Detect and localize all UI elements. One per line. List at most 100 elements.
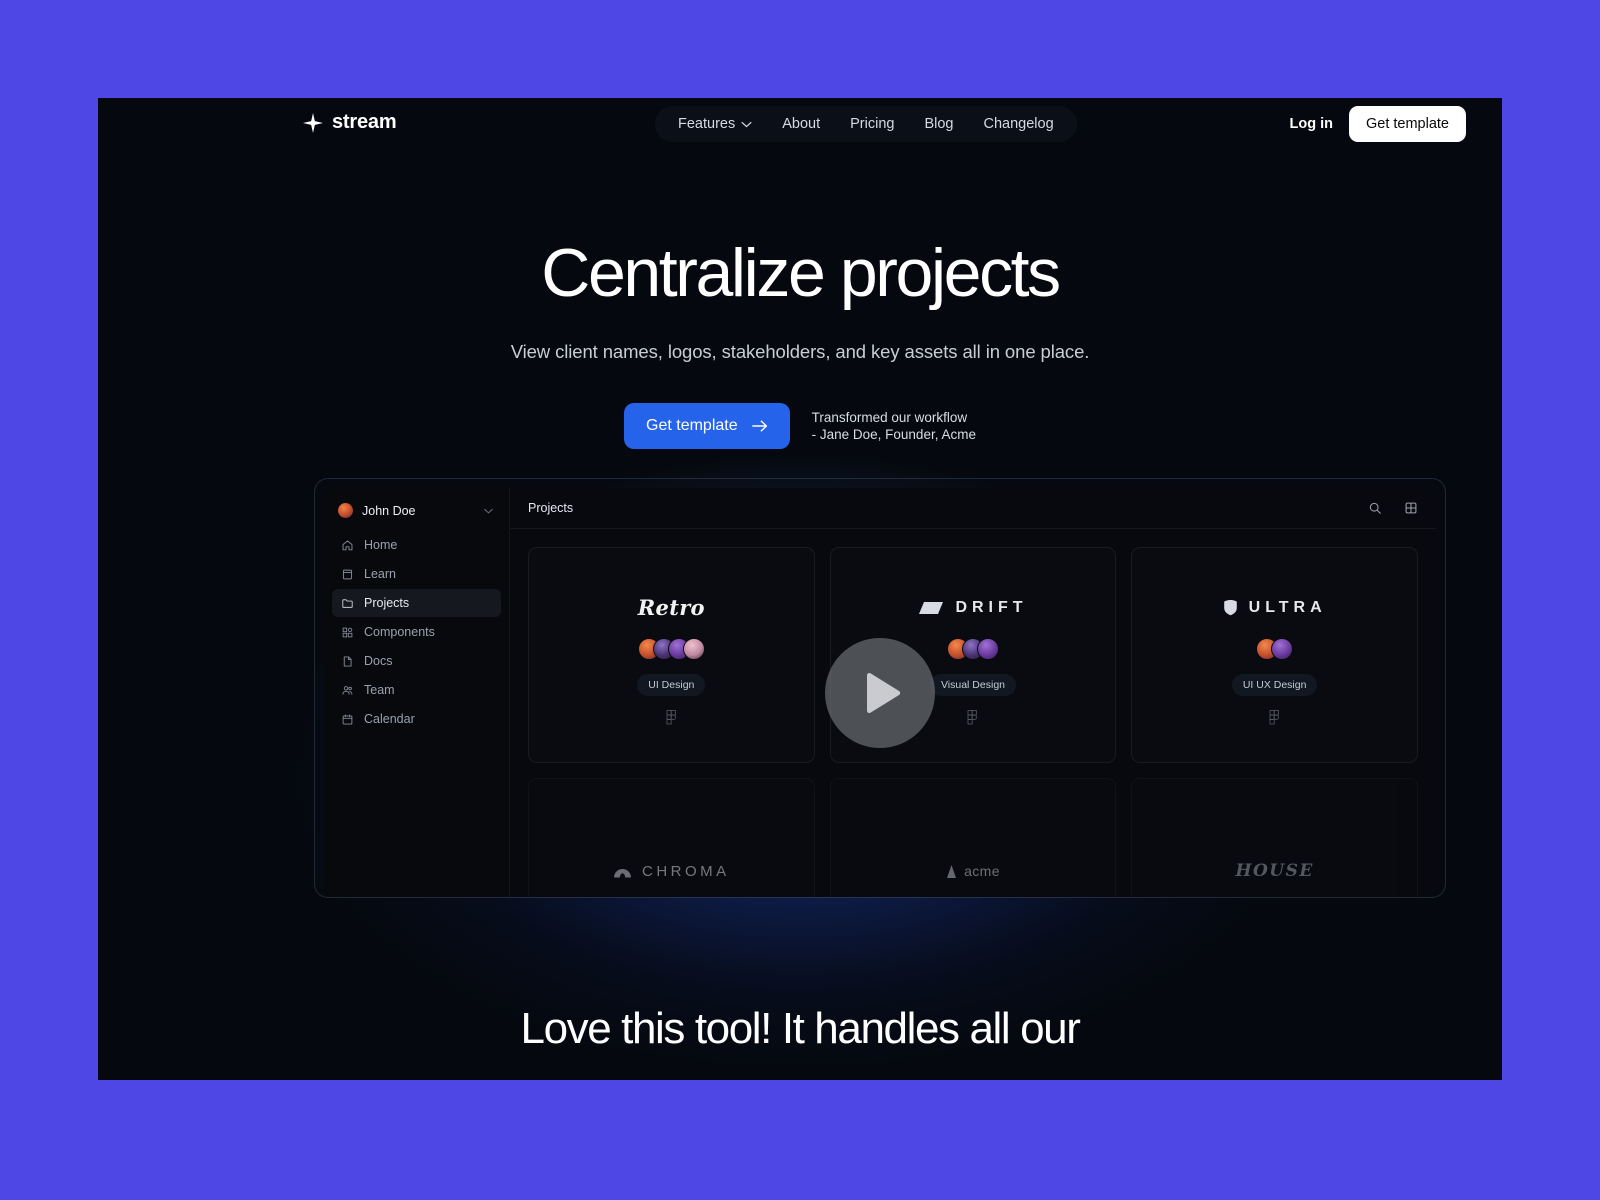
nav-item-blog[interactable]: Blog — [910, 109, 967, 139]
sidebar-item-components[interactable]: Components — [332, 618, 501, 646]
logo-text: CHROMA — [613, 863, 730, 880]
logo-text: ULTRA — [1223, 599, 1327, 617]
brand-logo[interactable]: stream — [303, 111, 397, 134]
tool-icon-wrap — [1269, 709, 1280, 725]
hero-testimonial: Transformed our workflow - Jane Doe, Fou… — [812, 409, 976, 444]
client-logo: acme — [946, 849, 1000, 893]
client-logo: CHROMA — [613, 849, 730, 893]
nav-item-pricing[interactable]: Pricing — [836, 109, 908, 139]
nav-label: Features — [678, 116, 736, 132]
landing-page: stream Features About Pricing Blog Chang… — [98, 98, 1502, 1080]
arrow-right-icon — [751, 420, 767, 432]
book-icon — [342, 569, 353, 579]
get-template-button-header[interactable]: Get template — [1348, 106, 1466, 142]
project-card[interactable]: acme — [829, 778, 1117, 897]
avatar — [682, 637, 705, 660]
bottom-testimonial: Love this tool! It handles all our — [520, 1004, 1081, 1053]
sidebar-item-label: Learn — [364, 567, 396, 581]
logo-text: DRIFT — [918, 599, 1027, 617]
search-icon[interactable] — [1368, 501, 1382, 515]
hero-cta-row: Get template Transformed our workflow - … — [98, 403, 1502, 450]
calendar-icon — [342, 714, 353, 724]
client-logo: ULTRA — [1223, 586, 1327, 630]
avatar-stack — [637, 637, 705, 660]
avatar-stack — [946, 637, 999, 660]
sidebar-item-home[interactable]: Home — [332, 531, 501, 559]
logo-label: CHROMA — [641, 862, 730, 880]
project-card[interactable]: HOUSE — [1131, 778, 1418, 897]
main-nav: Features About Pricing Blog Changelog — [655, 106, 1077, 142]
logo-text: Retro — [637, 595, 705, 620]
avatar-stack — [1256, 637, 1294, 660]
sidebar-item-label: Docs — [364, 654, 393, 668]
tool-icon-wrap — [967, 709, 978, 725]
sidebar-item-team[interactable]: Team — [332, 676, 501, 704]
brand-name: stream — [332, 111, 397, 133]
home-icon — [342, 539, 353, 550]
cta-label: Get template — [646, 417, 738, 435]
project-card[interactable]: ULTRA UI UX Design — [1131, 547, 1418, 763]
app-mockup: John Doe Home Learn Projects Components … — [324, 488, 1436, 897]
project-card[interactable]: Retro UI Design — [528, 547, 815, 763]
sidebar-item-label: Team — [364, 683, 395, 697]
avatar — [338, 503, 353, 518]
testimonial-author: - Jane Doe, Founder, Acme — [811, 427, 976, 443]
sidebar-item-label: Components — [364, 625, 435, 639]
chevron-down-icon — [741, 121, 752, 127]
grid-view-icon[interactable] — [1404, 501, 1418, 515]
figma-icon — [968, 709, 978, 724]
sidebar-item-calendar[interactable]: Calendar — [332, 705, 501, 733]
user-switcher[interactable]: John Doe — [332, 497, 501, 524]
logo-text: HOUSE — [1235, 861, 1314, 881]
sidebar-item-label: Projects — [364, 596, 410, 610]
app-mockup-frame: John Doe Home Learn Projects Components … — [314, 478, 1446, 898]
project-tag: UI UX Design — [1231, 673, 1318, 696]
sidebar-item-docs[interactable]: Docs — [332, 647, 501, 675]
logo-label: DRIFT — [955, 598, 1028, 616]
sidebar-item-label: Home — [364, 538, 398, 552]
get-template-button-hero[interactable]: Get template — [624, 403, 790, 450]
login-link[interactable]: Log in — [1289, 116, 1333, 132]
project-grid: Retro UI Design DRIFT Visual Design ULTR… — [510, 529, 1436, 897]
play-button[interactable] — [825, 637, 935, 748]
client-logo: Retro — [638, 586, 705, 630]
logo-label: ULTRA — [1248, 598, 1327, 616]
folder-icon — [342, 598, 353, 608]
site-header: stream Features About Pricing Blog Chang… — [98, 98, 1502, 158]
figma-icon — [666, 709, 676, 724]
triangle-icon — [947, 864, 957, 878]
nav-label: About — [782, 116, 821, 132]
sidebar-item-projects[interactable]: Projects — [332, 589, 501, 617]
nav-label: Changelog — [983, 116, 1054, 132]
logo-text: acme — [946, 863, 1000, 879]
nav-label: Pricing — [850, 116, 895, 132]
users-icon — [342, 685, 353, 695]
play-icon — [867, 672, 901, 713]
app-page-title: Projects — [528, 501, 574, 515]
app-topbar-actions — [1368, 501, 1418, 515]
header-actions: Log in Get template — [1289, 106, 1466, 142]
components-icon — [342, 627, 353, 637]
avatar — [976, 637, 999, 660]
app-topbar: Projects — [510, 488, 1436, 529]
logo-label: acme — [964, 863, 1000, 879]
hero-subtitle: View client names, logos, stakeholders, … — [510, 341, 1090, 363]
shield-icon — [1223, 600, 1237, 616]
document-icon — [343, 655, 352, 667]
nav-item-about[interactable]: About — [768, 109, 834, 139]
sidebar-item-label: Calendar — [364, 712, 415, 726]
figma-icon — [1269, 709, 1280, 724]
nav-item-features[interactable]: Features — [664, 109, 766, 139]
parallelogram-icon — [919, 601, 944, 614]
project-card[interactable]: CHROMA — [528, 778, 815, 897]
chevron-down-icon — [484, 508, 493, 513]
arch-icon — [613, 869, 631, 878]
client-logo: DRIFT — [918, 586, 1027, 630]
testimonial-text: Transformed our workflow — [811, 410, 968, 426]
nav-label: Blog — [924, 116, 954, 132]
tool-icon-wrap — [666, 709, 677, 725]
page-title: Centralize projects — [541, 235, 1061, 311]
project-tag: UI Design — [637, 673, 706, 696]
sidebar-item-learn[interactable]: Learn — [332, 560, 501, 588]
nav-item-changelog[interactable]: Changelog — [970, 109, 1068, 139]
